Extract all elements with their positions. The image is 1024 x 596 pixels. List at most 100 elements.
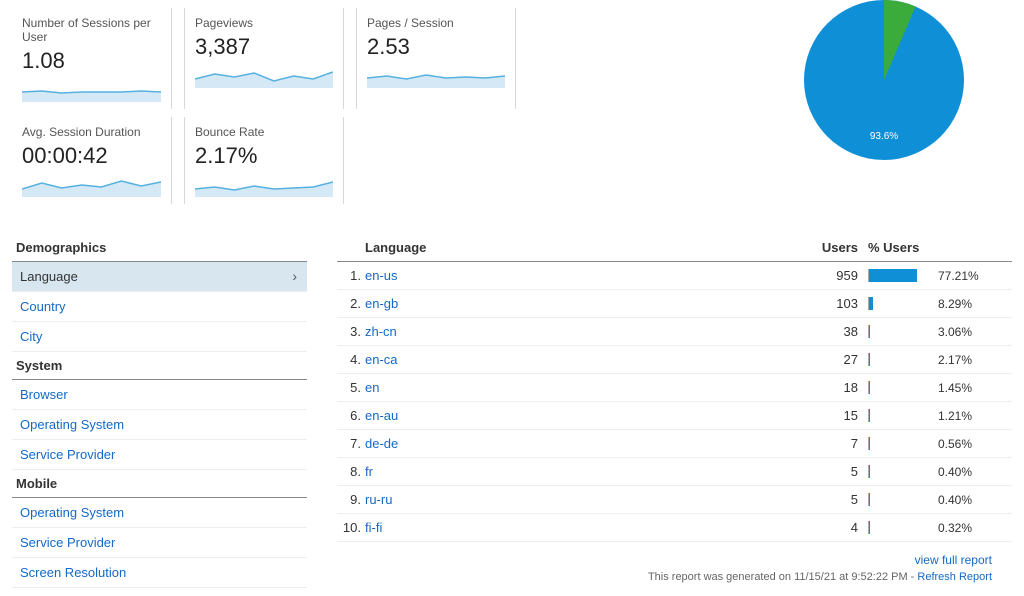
row-users: 15 [798,408,868,423]
row-pct-cell: 0.40% [868,493,1008,507]
bar-fill [868,325,870,338]
table-row: 10.fi-fi4 0.32% [337,514,1012,542]
sidebar-item-mobile-os[interactable]: Operating System [12,498,307,528]
row-index: 3. [341,324,365,339]
metric-label: Pageviews [195,16,333,30]
lower-section: Demographics Language Country City Syste… [0,204,1024,588]
row-language-link[interactable]: de-de [365,436,798,451]
sparkline [195,173,333,197]
row-language-link[interactable]: zh-cn [365,324,798,339]
sidebar-item-mobile-sp[interactable]: Service Provider [12,528,307,558]
row-index: 10. [341,520,365,535]
generated-prefix: This report was generated on [648,571,794,583]
metric-avg-session-duration: Avg. Session Duration 00:00:42 [12,117,172,204]
metric-value: 2.53 [367,34,505,60]
row-index: 2. [341,296,365,311]
row-language-link[interactable]: ru-ru [365,492,798,507]
row-users: 103 [798,296,868,311]
row-pct-cell: 0.32% [868,521,1008,535]
row-pct-cell: 77.21% [868,269,1008,283]
table-row: 6.en-au15 1.21% [337,402,1012,430]
row-users: 959 [798,268,868,283]
row-language-link[interactable]: en [365,380,798,395]
bar-fill [868,409,870,422]
row-pct: 2.17% [938,353,972,367]
sidebar-item-language[interactable]: Language [12,262,307,292]
row-language-link[interactable]: en-ca [365,352,798,367]
row-pct-cell: 0.40% [868,465,1008,479]
row-pct: 0.40% [938,493,972,507]
bar-track [868,297,932,310]
bar-track [868,381,932,394]
sidebar-item-service-provider[interactable]: Service Provider [12,440,307,470]
sidebar-item-os[interactable]: Operating System [12,410,307,440]
sidebar-heading-demographics: Demographics [12,234,307,262]
row-index: 6. [341,408,365,423]
row-index: 8. [341,464,365,479]
sparkline [22,78,161,102]
bar-fill [868,297,873,310]
table-row: 3.zh-cn383.06% [337,318,1012,346]
bar-fill [868,521,870,534]
metric-label: Bounce Rate [195,125,333,139]
metric-label: Pages / Session [367,16,505,30]
footer-links: view full report [337,542,1012,571]
bar-fill [868,493,870,506]
sidebar-item-screen-res[interactable]: Screen Resolution [12,558,307,588]
bar-track [868,325,932,338]
language-table: Language Users % Users 1.en-us959 77.21% 2… [337,234,1012,588]
row-language-link[interactable]: en-gb [365,296,798,311]
pie-main-label: 93.6% [870,131,898,142]
row-pct: 0.56% [938,437,972,451]
table-header: Language Users % Users [337,234,1012,262]
metric-pages-per-session: Pages / Session 2.53 [356,8,516,109]
bar-fill [868,465,870,478]
table-row: 1.en-us959 77.21% [337,262,1012,290]
row-index: 9. [341,492,365,507]
row-users: 18 [798,380,868,395]
row-language-link[interactable]: fr [365,464,798,479]
row-users: 27 [798,352,868,367]
pie-chart: 93.6% [794,0,974,170]
row-language-link[interactable]: fi-fi [365,520,798,535]
table-row: 4.en-ca272.17% [337,346,1012,374]
bar-fill [868,381,870,394]
generated-sep: - [908,571,918,583]
row-pct-cell: 1.45% [868,381,1008,395]
sidebar-item-browser[interactable]: Browser [12,380,307,410]
sparkline [22,173,161,197]
row-users: 7 [798,436,868,451]
row-language-link[interactable]: en-us [365,268,798,283]
sidebar-item-city[interactable]: City [12,322,307,352]
view-full-report-link[interactable]: view full report [915,553,992,567]
metric-pageviews: Pageviews 3,387 [184,8,344,109]
bar-track [868,465,932,478]
row-index: 1. [341,268,365,283]
table-row: 2.en-gb103 8.29% [337,290,1012,318]
bar-track [868,269,932,282]
row-users: 5 [798,492,868,507]
sidebar-heading-mobile: Mobile [12,470,307,498]
row-pct: 77.21% [938,269,979,283]
bar-track [868,437,932,450]
row-pct: 0.32% [938,521,972,535]
table-row: 9.ru-ru5 0.40% [337,486,1012,514]
table-row: 7.de-de70.56% [337,430,1012,458]
row-pct-cell: 0.56% [868,437,1008,451]
row-users: 38 [798,324,868,339]
row-pct: 8.29% [938,297,972,311]
refresh-report-link[interactable]: Refresh Report [917,571,992,583]
row-pct: 1.45% [938,381,972,395]
generated-date: 11/15/21 at 9:52:22 PM [794,571,908,583]
metric-value: 00:00:42 [22,143,161,169]
row-pct: 1.21% [938,409,972,423]
table-row: 8.fr50.40% [337,458,1012,486]
table-row: 5.en18 1.45% [337,374,1012,402]
row-index: 5. [341,380,365,395]
metric-value: 1.08 [22,48,161,74]
metric-label: Number of Sessions per User [22,16,161,44]
row-language-link[interactable]: en-au [365,408,798,423]
bar-fill [868,353,870,366]
sidebar-item-country[interactable]: Country [12,292,307,322]
row-users: 4 [798,520,868,535]
